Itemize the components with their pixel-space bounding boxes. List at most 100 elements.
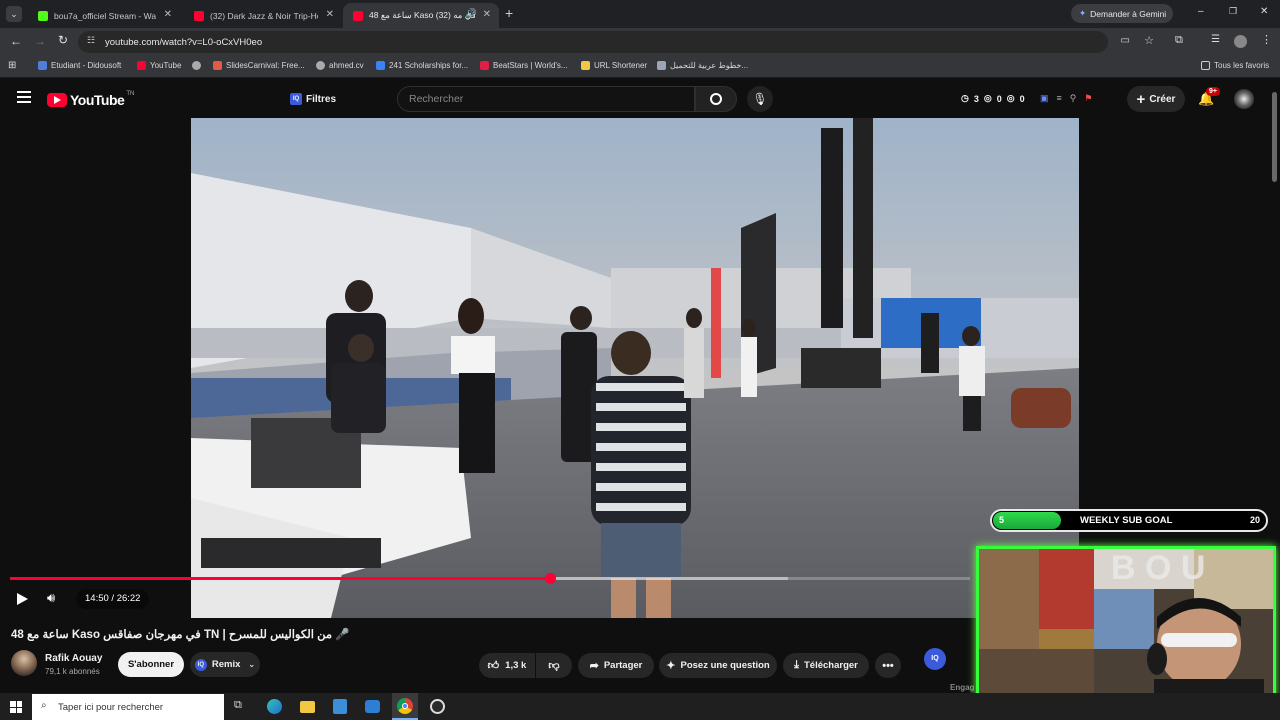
bookmark-label: خطوط عربية للتحميل... [670, 61, 749, 70]
volume-icon: 🔊︎ [47, 590, 56, 605]
like-button[interactable]: 👍︎ 1,3 k [479, 653, 535, 678]
youtube-logo-text: YouTube [70, 92, 125, 108]
reading-list-icon[interactable]: ☰ [1211, 34, 1220, 45]
taskbar-search-input[interactable]: ⌕ Taper ici pour rechercher [32, 694, 224, 720]
site-info-icon[interactable]: ☷ [87, 35, 95, 46]
clock-icon: ◷ [961, 93, 969, 103]
tab-kaso-video[interactable]: 48 ساعة مع Kaso في مه (32) 🔊 ✕ [343, 3, 499, 28]
country-code: TN [126, 91, 135, 97]
windows-start-icon[interactable] [10, 701, 22, 713]
tab-kick-stream[interactable]: bou7a_officiel Stream - Watch Li ✕ [28, 3, 180, 28]
bookmark-ahmed-cv[interactable]: ahmed.cv [316, 61, 364, 70]
video-frame[interactable] [191, 118, 1079, 618]
bookmark-beatstars[interactable]: BeatStars | World's... [480, 61, 568, 70]
notifications-button[interactable]: 🔔 9+ [1198, 87, 1220, 107]
gemini-button[interactable]: ✦ Demander à Gemini [1071, 4, 1173, 23]
extension-stats[interactable]: ◷ 3 ◎ 0 ◎ 0 [961, 93, 1025, 104]
audio-playing-icon[interactable]: 🔊 [466, 8, 477, 19]
close-icon[interactable]: ✕ [164, 9, 172, 20]
close-window-button[interactable]: ✕ [1260, 6, 1268, 17]
cast-icon[interactable]: ▭ [1121, 35, 1130, 46]
subscriber-count: 79,1 k abonnés [45, 667, 100, 676]
share-button[interactable]: ➦ Partager [578, 653, 654, 678]
obs-icon[interactable] [430, 699, 445, 714]
bookmark-arabic-fonts[interactable]: خطوط عربية للتحميل... [657, 61, 748, 70]
remix-button[interactable]: IQ Remix ⌄ [190, 652, 260, 677]
hamburger-menu-icon[interactable] [17, 91, 31, 103]
address-bar[interactable]: ☷ youtube.com/watch?v=L0-oCxVH0eo ▭ ☆ [78, 31, 1154, 53]
close-icon[interactable]: ✕ [326, 9, 334, 20]
create-button[interactable]: + Créer [1127, 86, 1185, 112]
new-tab-button[interactable]: + [505, 5, 513, 21]
filter-extension-icon: IQ [290, 93, 302, 105]
close-icon[interactable]: ✕ [483, 9, 491, 20]
minimize-button[interactable]: – [1198, 6, 1204, 17]
font-site-icon [657, 61, 666, 70]
bookmark-label: YouTube [150, 61, 182, 70]
bookmark-label: URL Shortener [594, 61, 648, 70]
tab-list-button[interactable]: ⌄ [6, 6, 22, 22]
filters-button[interactable]: IQ Filtres [290, 89, 336, 109]
channel-avatar[interactable] [11, 650, 37, 676]
dislike-button[interactable]: 👎︎ [536, 653, 572, 678]
search-button[interactable] [695, 86, 737, 112]
voice-search-button[interactable]: 🎙 [747, 86, 773, 112]
bookmark-star-icon[interactable]: ☆ [1144, 34, 1154, 47]
menu-icon[interactable]: ⋮ [1261, 33, 1272, 46]
restore-button[interactable]: ❐ [1229, 6, 1237, 17]
youtube-icon [353, 10, 363, 21]
tab-dark-jazz[interactable]: (32) Dark Jazz & Noir Trip-Hop ✕ [184, 3, 342, 28]
bookmark-slidescarnival[interactable]: SlidesCarnival: Free... [213, 61, 305, 70]
eye-icon: ◎ [1006, 93, 1015, 103]
mail-icon[interactable] [365, 700, 380, 713]
download-button[interactable]: ⤓ Télécharger [783, 653, 869, 678]
bookmark-label: Tous les favoris [1214, 61, 1270, 70]
account-avatar[interactable] [1234, 89, 1254, 109]
youtube-play-icon [47, 93, 67, 107]
ask-question-button[interactable]: ✦ Posez une question [659, 653, 777, 678]
download-label: Télécharger [804, 660, 858, 671]
extensions-icon[interactable]: ⧉ [1175, 34, 1183, 47]
task-view-icon[interactable]: ⧉ [234, 699, 242, 712]
play-button[interactable] [15, 592, 29, 606]
page-scrollbar[interactable] [1272, 92, 1277, 182]
search-placeholder: Rechercher [409, 93, 464, 105]
edge-icon[interactable] [267, 699, 282, 714]
bookmark-label: BeatStars | World's... [493, 61, 568, 70]
bookmark-youtube[interactable]: YouTube [137, 61, 181, 70]
remix-extension-icon: IQ [194, 658, 207, 671]
more-actions-button[interactable]: ••• [875, 653, 901, 678]
youtube-icon [194, 10, 204, 21]
bookmark-label: Etudiant - Didousoft [51, 61, 122, 70]
share-icon: ➦ [589, 660, 599, 672]
subscribe-button[interactable]: S'abonner [118, 652, 184, 677]
forward-arrow-icon[interactable]: → [34, 34, 46, 48]
channel-name[interactable]: Rafik Aouay [45, 653, 102, 664]
chrome-icon-active[interactable] [392, 693, 418, 720]
tab-title: bou7a_officiel Stream - Watch Li [54, 10, 156, 21]
search-icon: ⌕ [41, 700, 47, 711]
alert-icon: ⚑ [1084, 93, 1093, 103]
side-extension-button[interactable]: IQ [924, 648, 946, 670]
all-bookmarks[interactable]: Tous les favoris [1201, 61, 1269, 70]
volume-button[interactable]: 🔊︎ [47, 590, 55, 606]
apps-grid-icon[interactable]: ⊞ [8, 60, 16, 71]
youtube-logo[interactable]: YouTube TN [47, 91, 135, 108]
file-explorer-icon[interactable] [300, 701, 315, 713]
bookmark-etudiant[interactable]: Etudiant - Didousoft [38, 61, 121, 70]
plus-icon: + [1136, 90, 1146, 108]
store-icon[interactable] [333, 699, 347, 714]
extension-icons[interactable]: ▣ ≡ ⚲ ⚑ [1040, 93, 1092, 104]
back-arrow-icon[interactable]: ← [10, 34, 22, 48]
browser-toolbar: ← → ↻ ☷ youtube.com/watch?v=L0-oCxVH0eo … [0, 28, 1280, 56]
stat-b: 0 [996, 93, 1002, 104]
search-input[interactable]: Rechercher [397, 86, 695, 112]
reload-icon[interactable]: ↻ [58, 33, 68, 47]
bookmark-url-shortener[interactable]: URL Shortener [581, 61, 647, 70]
bookmark-globe[interactable] [192, 61, 205, 70]
bookmark-scholarships[interactable]: 241 Scholarships for... [376, 61, 468, 70]
progress-bar[interactable] [10, 573, 970, 584]
remix-label: Remix [211, 659, 241, 670]
person-icon: ⚲ [1069, 93, 1077, 103]
profile-avatar[interactable] [1234, 35, 1247, 48]
